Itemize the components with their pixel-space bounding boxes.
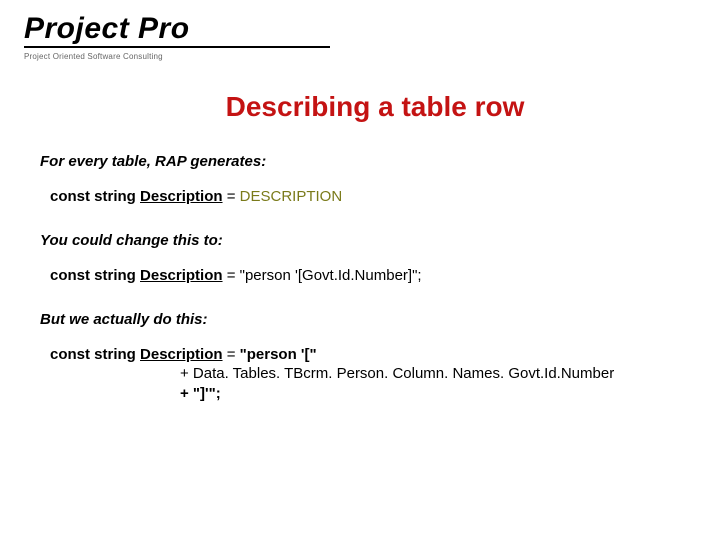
code-identifier: Description xyxy=(140,188,223,205)
section3-intro: But we actually do this: xyxy=(40,311,680,328)
slide-header: Project Pro Project Oriented Software Co… xyxy=(0,0,720,65)
code-eq: = xyxy=(227,267,240,284)
code-identifier: Description xyxy=(140,267,223,284)
code-value: DESCRIPTION xyxy=(240,188,343,205)
code-keyword: const string xyxy=(50,346,136,363)
code-eq: = xyxy=(227,346,240,363)
code-eq: = xyxy=(227,188,240,205)
brand-tagline: Project Oriented Software Consulting xyxy=(24,52,696,61)
code-continuation-2: + "]'"; xyxy=(180,384,680,404)
slide-title: Describing a table row xyxy=(0,91,720,123)
section1-intro: For every table, RAP generates: xyxy=(40,153,680,170)
code-keyword: const string xyxy=(50,267,136,284)
section1-code: const string Description = DESCRIPTION xyxy=(50,188,680,206)
code-keyword: const string xyxy=(50,188,136,205)
section3-code: const string Description = "person '[" +… xyxy=(40,346,680,403)
section2-code: const string Description = "person '[Gov… xyxy=(50,267,680,285)
code-value: "person '[Govt.Id.Number]"; xyxy=(240,267,422,284)
code-string: "person '[" xyxy=(240,346,317,363)
code-identifier: Description xyxy=(140,346,223,363)
slide-content: For every table, RAP generates: const st… xyxy=(0,153,720,403)
brand-title: Project Pro xyxy=(24,12,330,48)
code-continuation-1: + Data. Tables. TBcrm. Person. Column. N… xyxy=(180,364,680,384)
section2-intro: You could change this to: xyxy=(40,232,680,249)
